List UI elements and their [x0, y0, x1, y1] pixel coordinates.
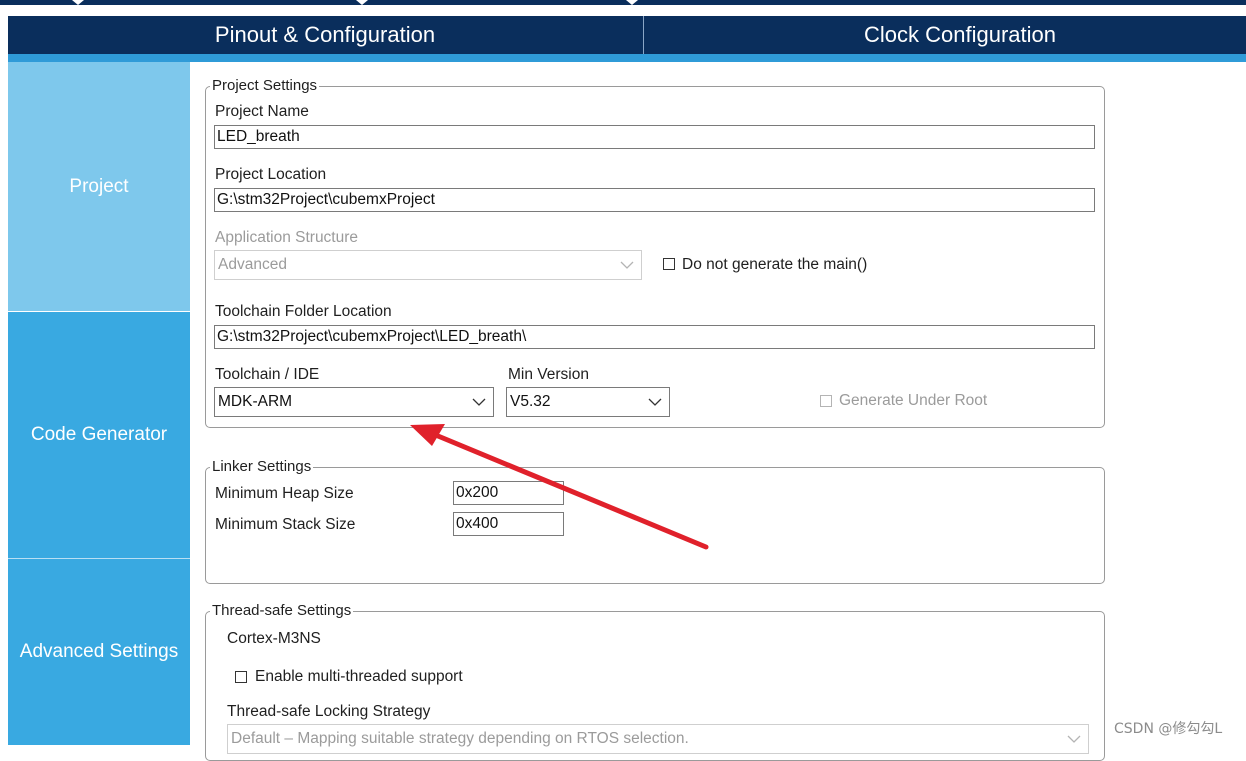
- watermark-text: CSDN @修勾勾L: [1114, 718, 1222, 738]
- annotation-arrow: [0, 0, 1246, 745]
